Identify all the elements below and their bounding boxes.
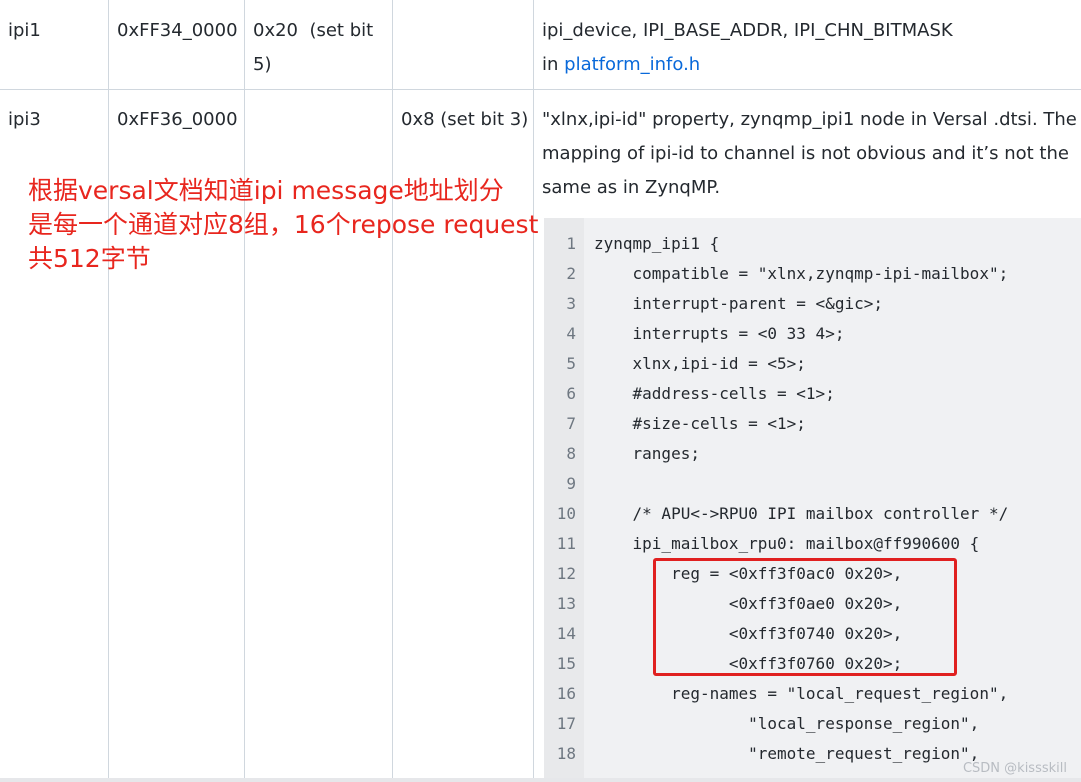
channel-cell [393,0,534,89]
line-number: 10 [556,504,576,523]
line-number: 7 [566,414,576,433]
annotation-line: 根据versal文档知道ipi message地址划分 [28,176,504,205]
line-number: 5 [566,354,576,373]
code-line: #address-cells = <1>; [594,384,835,403]
description-line: ipi_device, IPI_BASE_ADDR, IPI_CHN_BITMA… [542,20,953,41]
code-line: reg-names = "local_request_region", [594,684,1009,703]
table-row: ipi1 0xFF34_0000 0x20 (set bit 5) ipi_de… [0,0,1081,89]
highlight-box [653,558,957,676]
code-line: "remote_request_region", [594,744,980,763]
code-line: "local_response_region", [594,714,980,733]
bitmask-cell: 0x20 (set bit 5) [245,0,393,89]
annotation-line: 共512字节 [28,244,151,273]
code-block: 1 zynqmp_ipi1 {2 compatible = "xlnx,zynqm… [544,218,1081,778]
description-prefix: in [542,54,565,75]
platform-info-link[interactable]: platform_info.h [564,54,700,75]
line-number: 12 [556,564,576,583]
line-number: 6 [566,384,576,403]
code-line: ipi_mailbox_rpu0: mailbox@ff990600 { [594,534,980,553]
ipi-name-cell: ipi1 [0,0,109,89]
bitmask-value-line1: 0x20 (set bit [253,20,374,41]
line-number: 14 [556,624,576,643]
code-line: xlnx,ipi-id = <5>; [594,354,806,373]
line-number: 15 [556,654,576,673]
line-number: 18 [556,744,576,763]
line-number: 13 [556,594,576,613]
code-line: zynqmp_ipi1 { [594,234,720,253]
description-cell: ipi_device, IPI_BASE_ADDR, IPI_CHN_BITMA… [534,0,1081,89]
line-number: 17 [556,714,576,733]
code-line: compatible = "xlnx,zynqmp-ipi-mailbox"; [594,264,1009,283]
code-line: interrupt-parent = <&gic>; [594,294,883,313]
code-line: ranges; [594,444,700,463]
line-number: 4 [566,324,576,343]
channel-value: 0x8 (set bit 3) [401,109,529,130]
ipi-name: ipi1 [8,20,41,41]
code-line: /* APU<->RPU0 IPI mailbox controller */ [594,504,1009,523]
line-number: 8 [566,444,576,463]
code-line: #size-cells = <1>; [594,414,806,433]
line-number: 3 [566,294,576,313]
ipi-address: 0xFF34_0000 [117,20,238,41]
line-number: 9 [566,474,576,493]
description-line: "xlnx,ipi-id" property, zynqmp_ipi1 node… [542,109,1077,130]
ipi-name: ipi3 [8,109,41,130]
bottom-border [0,778,1081,782]
line-number: 11 [556,534,576,553]
annotation-note: 根据versal文档知道ipi message地址划分 是每一个通道对应8组，1… [28,174,568,276]
description-line: in platform_info.h [542,48,1073,82]
bitmask-value-line2: 5) [253,54,272,75]
annotation-line: 是每一个通道对应8组，16个repose request [28,210,539,239]
line-number: 16 [556,684,576,703]
description-line: same as in ZynqMP. [542,177,721,198]
watermark: CSDN @kissskill [962,761,1067,776]
code-line: interrupts = <0 33 4>; [594,324,845,343]
ipi-address: 0xFF36_0000 [117,109,238,130]
address-cell: 0xFF34_0000 [109,0,245,89]
description-line: mapping of ipi-id to channel is not obvi… [542,143,1069,164]
